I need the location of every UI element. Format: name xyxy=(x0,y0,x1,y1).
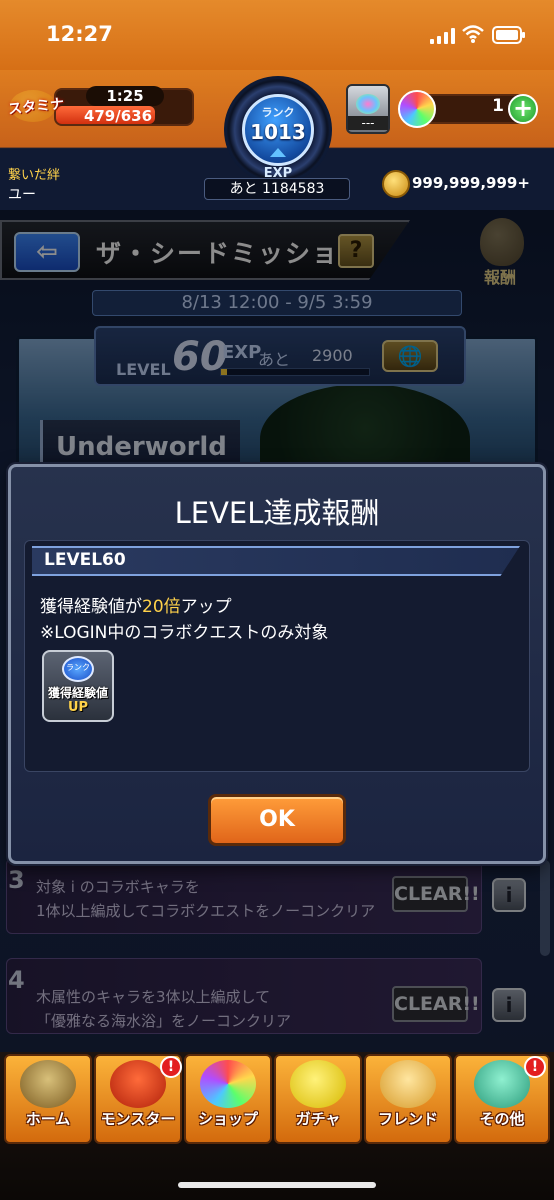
friends-icon xyxy=(380,1060,436,1108)
nav-label: ショップ xyxy=(197,1110,258,1128)
wifi-icon xyxy=(462,24,484,44)
item-up-label: UP xyxy=(67,700,89,715)
ok-button[interactable]: OK xyxy=(208,794,346,846)
stamina-count: 479/636 xyxy=(83,107,153,125)
orb-icon xyxy=(200,1060,256,1108)
reward-description: 獲得経験値が20倍アップ xyxy=(40,592,232,617)
nav-label: その他 xyxy=(479,1110,525,1128)
signal-icon xyxy=(430,28,456,44)
nav-label: フレンド xyxy=(377,1110,438,1128)
battery-icon xyxy=(492,26,526,44)
desc-suffix: アップ xyxy=(180,597,232,617)
stamina-timer: 1:25 xyxy=(86,86,164,106)
add-orb-button[interactable]: + xyxy=(508,94,538,124)
rank-label: ランク xyxy=(261,106,295,119)
rank-up-arrow-icon xyxy=(270,148,286,157)
coin-icon xyxy=(382,170,410,198)
exp-remaining: あと 1184583 xyxy=(229,181,325,197)
item-gem-icon xyxy=(356,94,380,114)
bond-label: 繋いだ絆 xyxy=(8,168,61,183)
level-strip-text: LEVEL60 xyxy=(44,550,126,570)
reward-note: ※LOGIN中のコラボクエストのみ対象 xyxy=(40,623,329,643)
home-indicator xyxy=(178,1182,376,1188)
item-box-text: --- xyxy=(348,116,388,130)
nav-label: ガチャ xyxy=(295,1110,341,1128)
nav-label: モンスター xyxy=(100,1110,176,1128)
nav-label: ホーム xyxy=(25,1110,71,1128)
home-gate-icon xyxy=(20,1060,76,1108)
status-time: 12:27 xyxy=(46,22,113,46)
rank-value: 1013 xyxy=(250,120,306,144)
bond-name: ユー xyxy=(8,187,36,203)
item-label: 獲得経験値 xyxy=(47,686,108,700)
coin-value: 999,999,999+ xyxy=(412,174,530,192)
dragon-icon xyxy=(110,1060,166,1108)
orb-count: 1 xyxy=(492,96,504,116)
rank-badge-text: ランク xyxy=(66,663,90,672)
orb-icon xyxy=(398,90,436,128)
map-pin-icon xyxy=(474,1060,530,1108)
modal-title: LEVEL達成報酬 xyxy=(174,496,380,530)
nav-alert-badge: ! xyxy=(524,1056,546,1078)
desc-prefix: 獲得経験値が xyxy=(40,597,142,617)
egg-icon xyxy=(290,1060,346,1108)
desc-multiplier: 20倍 xyxy=(142,597,181,617)
nav-alert-badge: ! xyxy=(160,1056,182,1078)
